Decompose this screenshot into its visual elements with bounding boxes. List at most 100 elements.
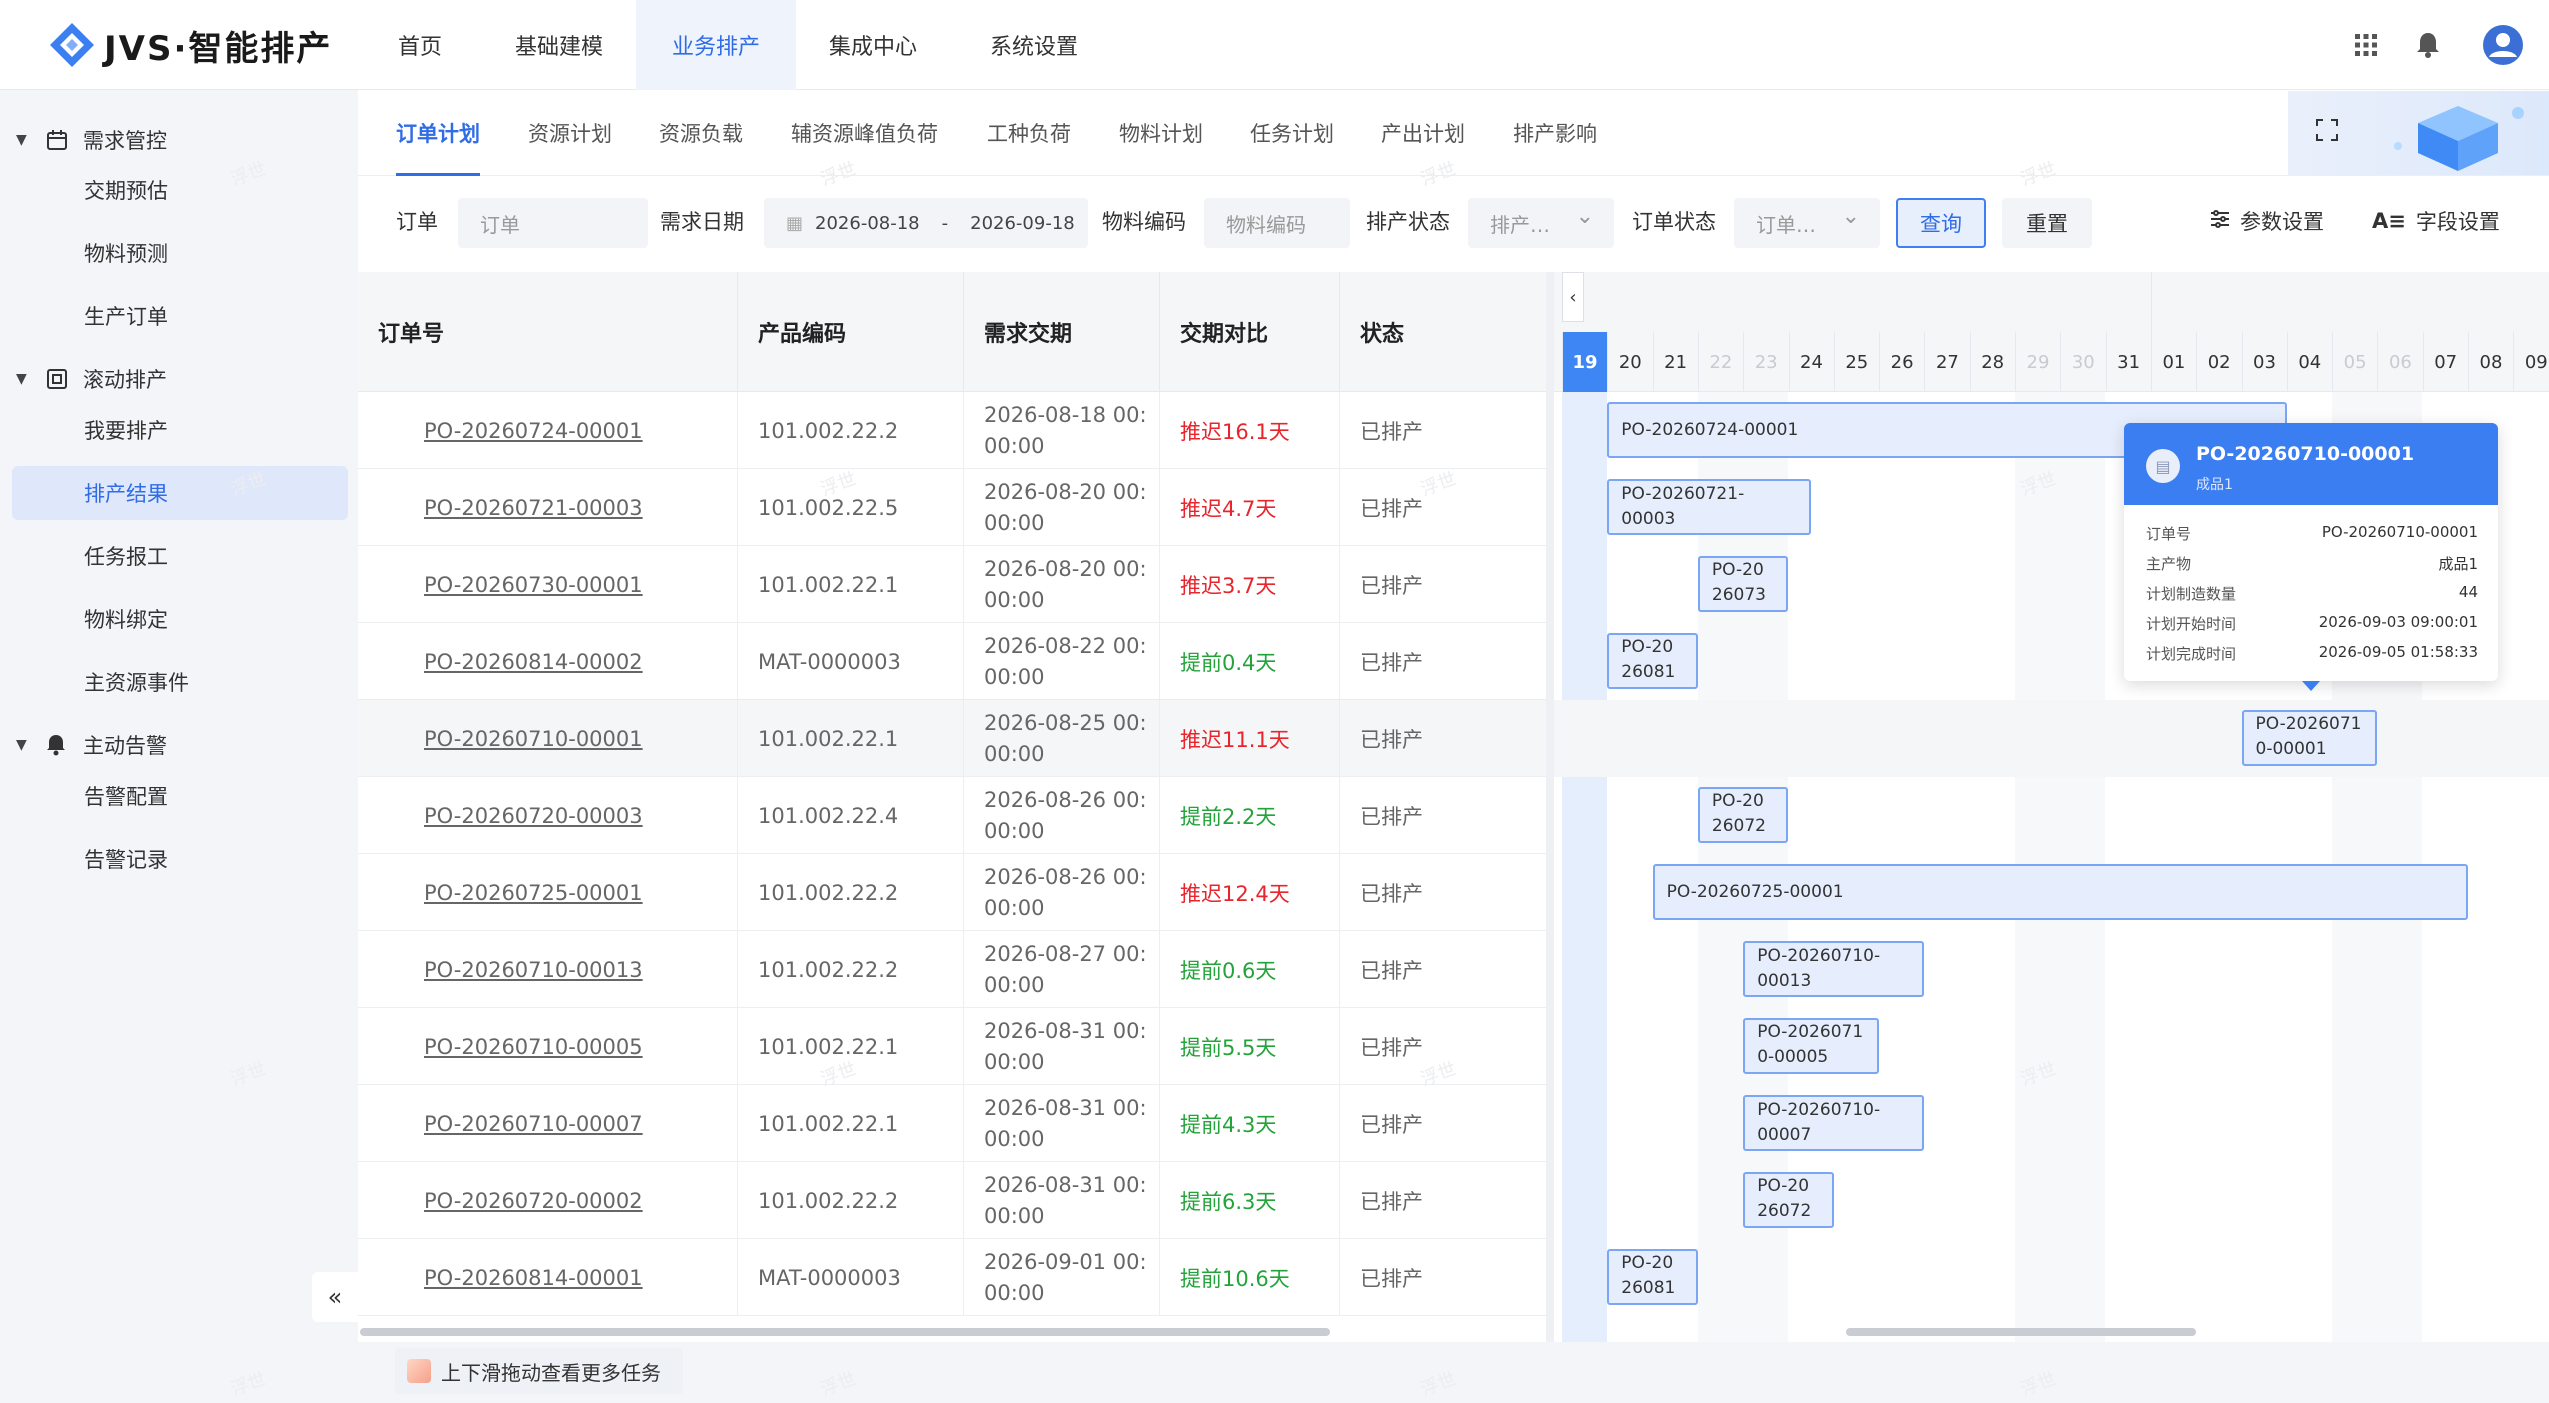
material-input[interactable]: 物料编码 — [1204, 198, 1350, 248]
gantt-horizontal-scrollbar[interactable] — [1846, 1328, 2196, 1336]
caret-down-icon: ▼ — [16, 737, 27, 753]
gantt-bar[interactable]: PO-20260710-00005 — [1743, 1018, 1880, 1074]
col-header-status[interactable]: 状态 — [1340, 272, 1546, 392]
cell-order-number[interactable]: PO-20260710-00007 — [358, 1085, 738, 1162]
sidebar-collapse-button[interactable]: « — [312, 1272, 358, 1322]
user-avatar-icon[interactable] — [2482, 24, 2524, 66]
query-button[interactable]: 查询 — [1896, 198, 1986, 248]
col-header-compare[interactable]: 交期对比 — [1160, 272, 1340, 392]
sidebar-group-label: 需求管控 — [83, 129, 167, 153]
sidebar-item-delivery-estimate[interactable]: 交期预估 — [12, 163, 348, 217]
apps-grid-icon[interactable] — [2348, 27, 2384, 63]
tab-task-plan[interactable]: 任务计划 — [1250, 90, 1334, 176]
cell-order-number[interactable]: PO-20260710-00001 — [358, 700, 738, 777]
table-row[interactable]: PO-20260710-00007 101.002.22.1 2026-08-31 … — [358, 1085, 1546, 1162]
sidebar-item-production-order[interactable]: 生产订单 — [12, 289, 348, 343]
table-row[interactable]: PO-20260720-00003 101.002.22.4 2026-08-26 … — [358, 777, 1546, 854]
topnav-settings[interactable]: 系统设置 — [950, 0, 1118, 90]
reset-button[interactable]: 重置 — [2002, 198, 2092, 248]
table-row[interactable]: PO-20260710-00013 101.002.22.2 2026-08-27 … — [358, 931, 1546, 1008]
param-settings-button[interactable]: 参数设置 — [2210, 206, 2324, 236]
table-row[interactable]: PO-20260730-00001 101.002.22.1 2026-08-20 … — [358, 546, 1546, 623]
gantt-bar[interactable]: PO-20260710-00013 — [1743, 941, 1925, 997]
gantt-bar[interactable]: PO-20260730-00001 — [1697, 556, 1789, 612]
table-row[interactable]: PO-20260720-00002 101.002.22.2 2026-08-31 … — [358, 1162, 1546, 1239]
cell-due-compare: 推迟11.1天 — [1160, 700, 1340, 777]
cell-order-number[interactable]: PO-20260721-00003 — [358, 469, 738, 546]
sidebar-group-rolling[interactable]: ▼ 滚动排产 — [0, 354, 358, 404]
gantt-collapse-button[interactable]: ‹ — [1562, 272, 1584, 322]
cell-order-number[interactable]: PO-20260730-00001 — [358, 546, 738, 623]
sidebar-item-task-report[interactable]: 任务报工 — [12, 529, 348, 583]
table-row[interactable]: PO-20260710-00001 101.002.22.1 2026-08-25 … — [358, 700, 1546, 777]
schedule-status-select[interactable]: 排产… — [1468, 198, 1614, 248]
topnav-scheduling[interactable]: 业务排产 — [636, 0, 796, 90]
gantt-bar[interactable]: PO-20260814-00002 — [1607, 633, 1698, 689]
sidebar-item-schedule-result[interactable]: 排产结果 — [12, 466, 348, 520]
gantt-day-cell: 07 — [2422, 332, 2468, 392]
cell-order-number[interactable]: PO-20260710-00013 — [358, 931, 738, 1008]
sidebar-item-alert-config[interactable]: 告警配置 — [12, 769, 348, 823]
topnav-integration[interactable]: 集成中心 — [806, 0, 940, 90]
cell-order-number[interactable]: PO-20260814-00001 — [358, 1239, 738, 1316]
gantt-bar[interactable]: PO-20260725-00001 — [1652, 864, 2468, 920]
fullscreen-icon[interactable] — [2316, 119, 2338, 145]
due-time-line: 00:00 — [984, 1049, 1045, 1074]
table-row[interactable]: PO-20260814-00001 MAT-0000003 2026-09-01 0… — [358, 1239, 1546, 1316]
topnav-home[interactable]: 首页 — [370, 0, 470, 90]
sidebar-item-resource-events[interactable]: 主资源事件 — [12, 655, 348, 709]
sidebar-group-alerts[interactable]: ▼ 主动告警 — [0, 720, 358, 770]
col-header-due[interactable]: 需求交期 — [964, 272, 1160, 392]
field-settings-button[interactable]: A≡ 字段设置 — [2372, 206, 2500, 236]
order-input[interactable]: 订单 — [458, 198, 648, 248]
tab-trade-load[interactable]: 工种负荷 — [987, 90, 1071, 176]
date-range-picker[interactable]: ▦ 2026-08-18 - 2026-09-18 — [764, 198, 1088, 248]
bell-icon[interactable] — [2410, 27, 2446, 63]
gantt-bar[interactable]: PO-20260720-00003 — [1697, 787, 1789, 843]
cell-order-number[interactable]: PO-20260720-00002 — [358, 1162, 738, 1239]
app-logo[interactable]: JVS·智能排产 — [48, 18, 332, 72]
tab-aux-resource-peak[interactable]: 辅资源峰值负荷 — [791, 90, 938, 176]
popover-field: 计划完成时间 2026-09-05 01:58:33 — [2146, 643, 2478, 667]
gantt-bar[interactable]: PO-20260721-00003 — [1607, 479, 1812, 535]
gantt-day-cell: 24 — [1788, 332, 1834, 392]
col-header-order[interactable]: 订单号 — [358, 272, 738, 392]
gantt-bar[interactable]: PO-20260710-00007 — [1743, 1095, 1925, 1151]
gantt-bar[interactable]: PO-20260710-00001 — [2241, 710, 2378, 766]
order-label: 订单 — [396, 210, 438, 234]
order-placeholder: 订单 — [480, 212, 520, 237]
col-header-product[interactable]: 产品编码 — [738, 272, 964, 392]
table-row[interactable]: PO-20260724-00001 101.002.22.2 2026-08-18 … — [358, 392, 1546, 469]
sidebar-group-demand[interactable]: ▼ 需求管控 — [0, 115, 358, 165]
table-horizontal-scrollbar[interactable] — [360, 1328, 1330, 1336]
table-row[interactable]: PO-20260721-00003 101.002.22.5 2026-08-20 … — [358, 469, 1546, 546]
sidebar-item-schedule-now[interactable]: 我要排产 — [12, 403, 348, 457]
gantt-bar[interactable]: PO-20260814-00001 — [1607, 1249, 1698, 1305]
sidebar-item-material-binding[interactable]: 物料绑定 — [12, 592, 348, 646]
tab-resource-plan[interactable]: 资源计划 — [528, 90, 612, 176]
gantt-day-cell: 05 — [2332, 332, 2377, 392]
order-status-select[interactable]: 订单… — [1734, 198, 1880, 248]
topnav-modeling[interactable]: 基础建模 — [492, 0, 626, 90]
sidebar-item-material-forecast[interactable]: 物料预测 — [12, 226, 348, 280]
tab-schedule-impact[interactable]: 排产影响 — [1513, 90, 1597, 176]
cell-order-number[interactable]: PO-20260720-00003 — [358, 777, 738, 854]
due-date-line: 2026-08-22 00: — [984, 633, 1147, 658]
popover-field-value: 2026-09-03 09:00:01 — [2318, 613, 2478, 631]
tab-material-plan[interactable]: 物料计划 — [1119, 90, 1203, 176]
cell-order-number[interactable]: PO-20260710-00005 — [358, 1008, 738, 1085]
cell-status: 已排产 — [1360, 650, 1423, 675]
table-row[interactable]: PO-20260725-00001 101.002.22.2 2026-08-26 … — [358, 854, 1546, 931]
table-row[interactable]: PO-20260710-00005 101.002.22.1 2026-08-31 … — [358, 1008, 1546, 1085]
tab-order-plan[interactable]: 订单计划 — [396, 90, 480, 176]
gantt-bar[interactable]: PO-20260720-00002 — [1743, 1172, 1834, 1228]
tab-resource-load[interactable]: 资源负载 — [659, 90, 743, 176]
cell-due-date: 2026-08-27 00: 00:00 — [964, 931, 1160, 1008]
sidebar-item-alert-records[interactable]: 告警记录 — [12, 832, 348, 886]
cell-order-number[interactable]: PO-20260814-00002 — [358, 623, 738, 700]
cell-product-code: 101.002.22.2 — [738, 1162, 964, 1239]
table-row[interactable]: PO-20260814-00002 MAT-0000003 2026-08-22 0… — [358, 623, 1546, 700]
cell-order-number[interactable]: PO-20260724-00001 — [358, 392, 738, 469]
tab-label: 排产影响 — [1513, 122, 1597, 146]
cell-order-number[interactable]: PO-20260725-00001 — [358, 854, 738, 931]
